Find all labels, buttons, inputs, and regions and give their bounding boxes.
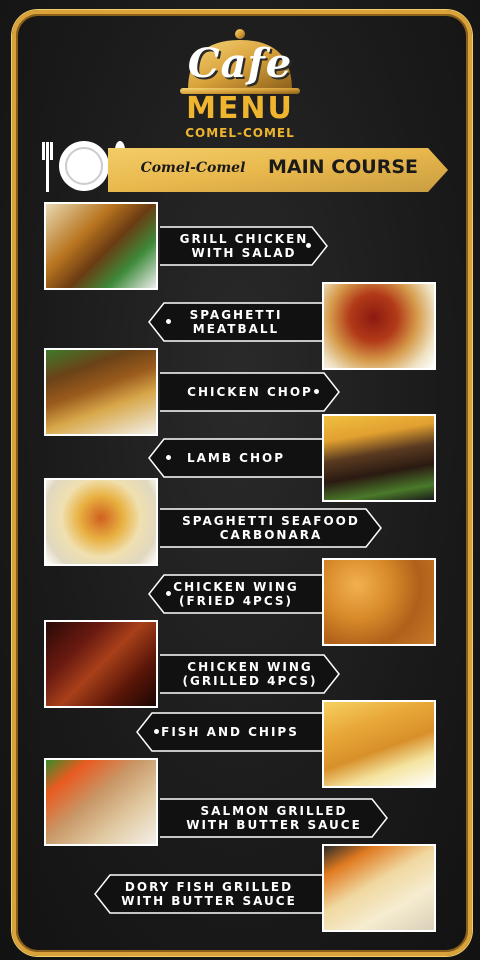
menu-item-name: DORY FISH GRILLED WITH BUTTER SAUCE: [121, 880, 297, 908]
menu-item-tag: SPAGHETTI SEAFOOD CARBONARA: [160, 508, 382, 548]
menu-item-name: SPAGHETTI MEATBALL: [189, 308, 283, 336]
food-photo: [322, 700, 436, 788]
menu-item-name: SALMON GRILLED WITH BUTTER SAUCE: [186, 804, 362, 832]
food-photo: [322, 844, 436, 932]
menu-item-tag: FISH AND CHIPS: [136, 712, 324, 752]
menu-item-name: CHICKEN WING (GRILLED 4PCS): [182, 660, 318, 688]
food-photo: [322, 414, 436, 502]
food-photo: [44, 478, 158, 566]
menu-item-tag: LAMB CHOP: [148, 438, 324, 478]
menu-item-name: GRILL CHICKEN WITH SALAD: [179, 232, 309, 260]
food-photo: [322, 558, 436, 646]
food-photo: [44, 202, 158, 290]
menu-item-tag: CHICKEN WING (FRIED 4PCS): [148, 574, 324, 614]
menu-item-tag: SPAGHETTI MEATBALL: [148, 302, 324, 342]
banner-brand-text: Comel-Comel: [140, 160, 246, 176]
menu-board: Cafe MENU COMEL-COMEL Comel-Comel MAIN C…: [0, 0, 480, 960]
menu-item-name: CHICKEN CHOP: [187, 385, 313, 399]
menu-item-tag: SALMON GRILLED WITH BUTTER SAUCE: [160, 798, 388, 838]
menu-logo-text: MENU: [186, 91, 294, 126]
menu-item-tag: DORY FISH GRILLED WITH BUTTER SAUCE: [94, 874, 324, 914]
bullet-dot: [154, 729, 159, 734]
brand-logo-text: COMEL-COMEL: [185, 126, 295, 140]
bullet-dot: [166, 455, 171, 460]
menu-item-name: SPAGHETTI SEAFOOD CARBONARA: [182, 514, 360, 542]
menu-item-tag: CHICKEN WING (GRILLED 4PCS): [160, 654, 340, 694]
food-photo: [322, 282, 436, 370]
bullet-dot: [166, 319, 171, 324]
menu-item-tag: CHICKEN CHOP: [160, 372, 340, 412]
bullet-dot: [166, 591, 171, 596]
food-photo: [44, 348, 158, 436]
menu-item-name: LAMB CHOP: [186, 451, 286, 465]
menu-item-tag: GRILL CHICKEN WITH SALAD: [160, 226, 328, 266]
bullet-dot: [314, 389, 319, 394]
menu-item-name: FISH AND CHIPS: [161, 725, 299, 739]
food-photo: [44, 620, 158, 708]
cafe-logo-text: Cafe: [187, 40, 293, 87]
banner-title-text: MAIN COURSE: [268, 156, 419, 178]
bullet-dot: [306, 243, 311, 248]
food-photo: [44, 758, 158, 846]
menu-item-name: CHICKEN WING (FRIED 4PCS): [173, 580, 299, 608]
